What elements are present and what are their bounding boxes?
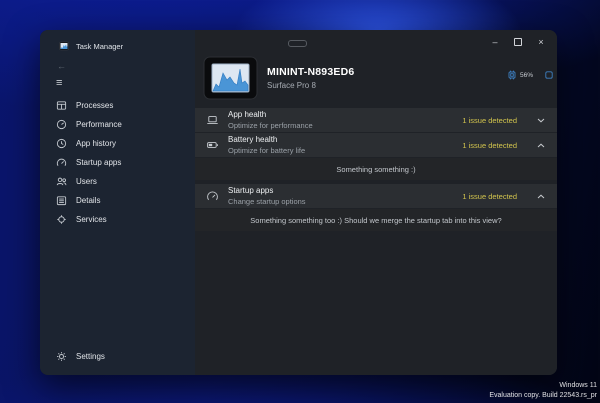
details-icon	[56, 195, 67, 206]
services-icon	[56, 214, 67, 225]
titlebar: Task Manager	[40, 30, 195, 53]
gear-icon	[56, 351, 67, 362]
row-titles: Battery health Optimize for battery life	[228, 135, 462, 155]
chevron-down-icon[interactable]	[537, 118, 545, 123]
status-badge: 1 issue detected	[462, 116, 517, 125]
sidebar-item-app-history[interactable]: App history	[40, 134, 195, 153]
startup-apps-icon	[56, 157, 67, 168]
cpu-icon	[507, 70, 517, 80]
sidebar-item-processes[interactable]: Processes	[40, 96, 195, 115]
users-icon	[56, 176, 67, 187]
watermark-line2: Evaluation copy. Build 22543.rs_pr	[489, 391, 597, 401]
sidebar-item-label: Services	[76, 215, 107, 224]
sidebar-nav: Processes Performance App history Startu…	[40, 96, 195, 229]
gauge-icon	[206, 190, 219, 202]
expanded-text: Something something too :) Should we mer…	[250, 216, 501, 225]
device-name: MININT-N893ED6	[267, 66, 354, 78]
performance-icon	[56, 119, 67, 130]
task-manager-window: Task Manager ← ≡ Processes Performance	[40, 30, 557, 375]
close-button[interactable]: ×	[534, 35, 548, 49]
row-titles: App health Optimize for performance	[228, 110, 462, 130]
sidebar-item-label: Processes	[76, 101, 113, 110]
stat-gpu: 0%	[544, 70, 557, 80]
sidebar-item-settings[interactable]: Settings	[40, 347, 195, 366]
laptop-icon	[206, 114, 219, 126]
sidebar-item-label: App history	[76, 139, 116, 148]
chevron-up-icon[interactable]	[537, 194, 545, 199]
stat-cpu: 56%	[507, 70, 533, 80]
device-thumbnail	[203, 56, 258, 100]
sidebar-item-performance[interactable]: Performance	[40, 115, 195, 134]
task-manager-app-icon	[59, 41, 69, 51]
battery-health-row[interactable]: Battery health Optimize for battery life…	[195, 133, 557, 157]
startup-apps-row[interactable]: Startup apps Change startup options 1 is…	[195, 184, 557, 208]
status-badge: 1 issue detected	[462, 141, 517, 150]
resource-stats: 56% 0% 48% 2%	[507, 70, 557, 80]
sidebar-item-label: Startup apps	[76, 158, 121, 167]
drag-handle[interactable]	[288, 40, 307, 47]
row-title: Startup apps	[228, 186, 462, 196]
sidebar-item-label: Details	[76, 196, 100, 205]
gpu-icon	[544, 70, 554, 80]
chevron-up-icon[interactable]	[537, 143, 545, 148]
maximize-icon	[514, 38, 522, 46]
row-subtitle: Optimize for performance	[228, 121, 462, 130]
processes-icon	[56, 100, 67, 111]
app-health-row[interactable]: App health Optimize for performance 1 is…	[195, 108, 557, 132]
minimize-button[interactable]: –	[488, 35, 502, 49]
evaluation-watermark: Windows 11 Evaluation copy. Build 22543.…	[489, 381, 597, 401]
sidebar-item-label: Settings	[76, 352, 105, 361]
status-badge: 1 issue detected	[462, 192, 517, 201]
maximize-button[interactable]	[511, 35, 525, 49]
battery-icon	[206, 139, 219, 151]
row-titles: Startup apps Change startup options	[228, 186, 462, 206]
menu-toggle-button[interactable]: ≡	[56, 78, 195, 89]
row-title: Battery health	[228, 135, 462, 145]
window-title: Task Manager	[76, 42, 123, 51]
desktop: { "window": { "title": "Task Manager", "…	[0, 0, 600, 403]
window-controls: – ×	[488, 35, 548, 49]
health-rows: App health Optimize for performance 1 is…	[195, 108, 557, 232]
app-history-icon	[56, 138, 67, 149]
row-title: App health	[228, 110, 462, 120]
device-header: MININT-N893ED6 Surface Pro 8	[203, 54, 549, 102]
sidebar-item-startup-apps[interactable]: Startup apps	[40, 153, 195, 172]
device-names: MININT-N893ED6 Surface Pro 8	[267, 66, 354, 90]
cpu-usage: 56%	[520, 72, 533, 79]
sidebar-item-users[interactable]: Users	[40, 172, 195, 191]
row-subtitle: Change startup options	[228, 197, 462, 206]
battery-health-details: Something something :)	[195, 158, 557, 180]
sidebar: Task Manager ← ≡ Processes Performance	[40, 30, 195, 375]
sidebar-item-label: Performance	[76, 120, 122, 129]
expanded-text: Something something :)	[336, 165, 415, 174]
sidebar-item-label: Users	[76, 177, 97, 186]
device-model: Surface Pro 8	[267, 81, 354, 90]
row-subtitle: Optimize for battery life	[228, 146, 462, 155]
watermark-line1: Windows 11	[489, 381, 597, 391]
sidebar-item-details[interactable]: Details	[40, 191, 195, 210]
startup-apps-details: Something something too :) Should we mer…	[195, 209, 557, 231]
sidebar-item-services[interactable]: Services	[40, 210, 195, 229]
back-button[interactable]: ←	[57, 62, 195, 71]
main-content: – × MININT-N893ED6 Surface Pro 8 56%	[195, 30, 557, 375]
